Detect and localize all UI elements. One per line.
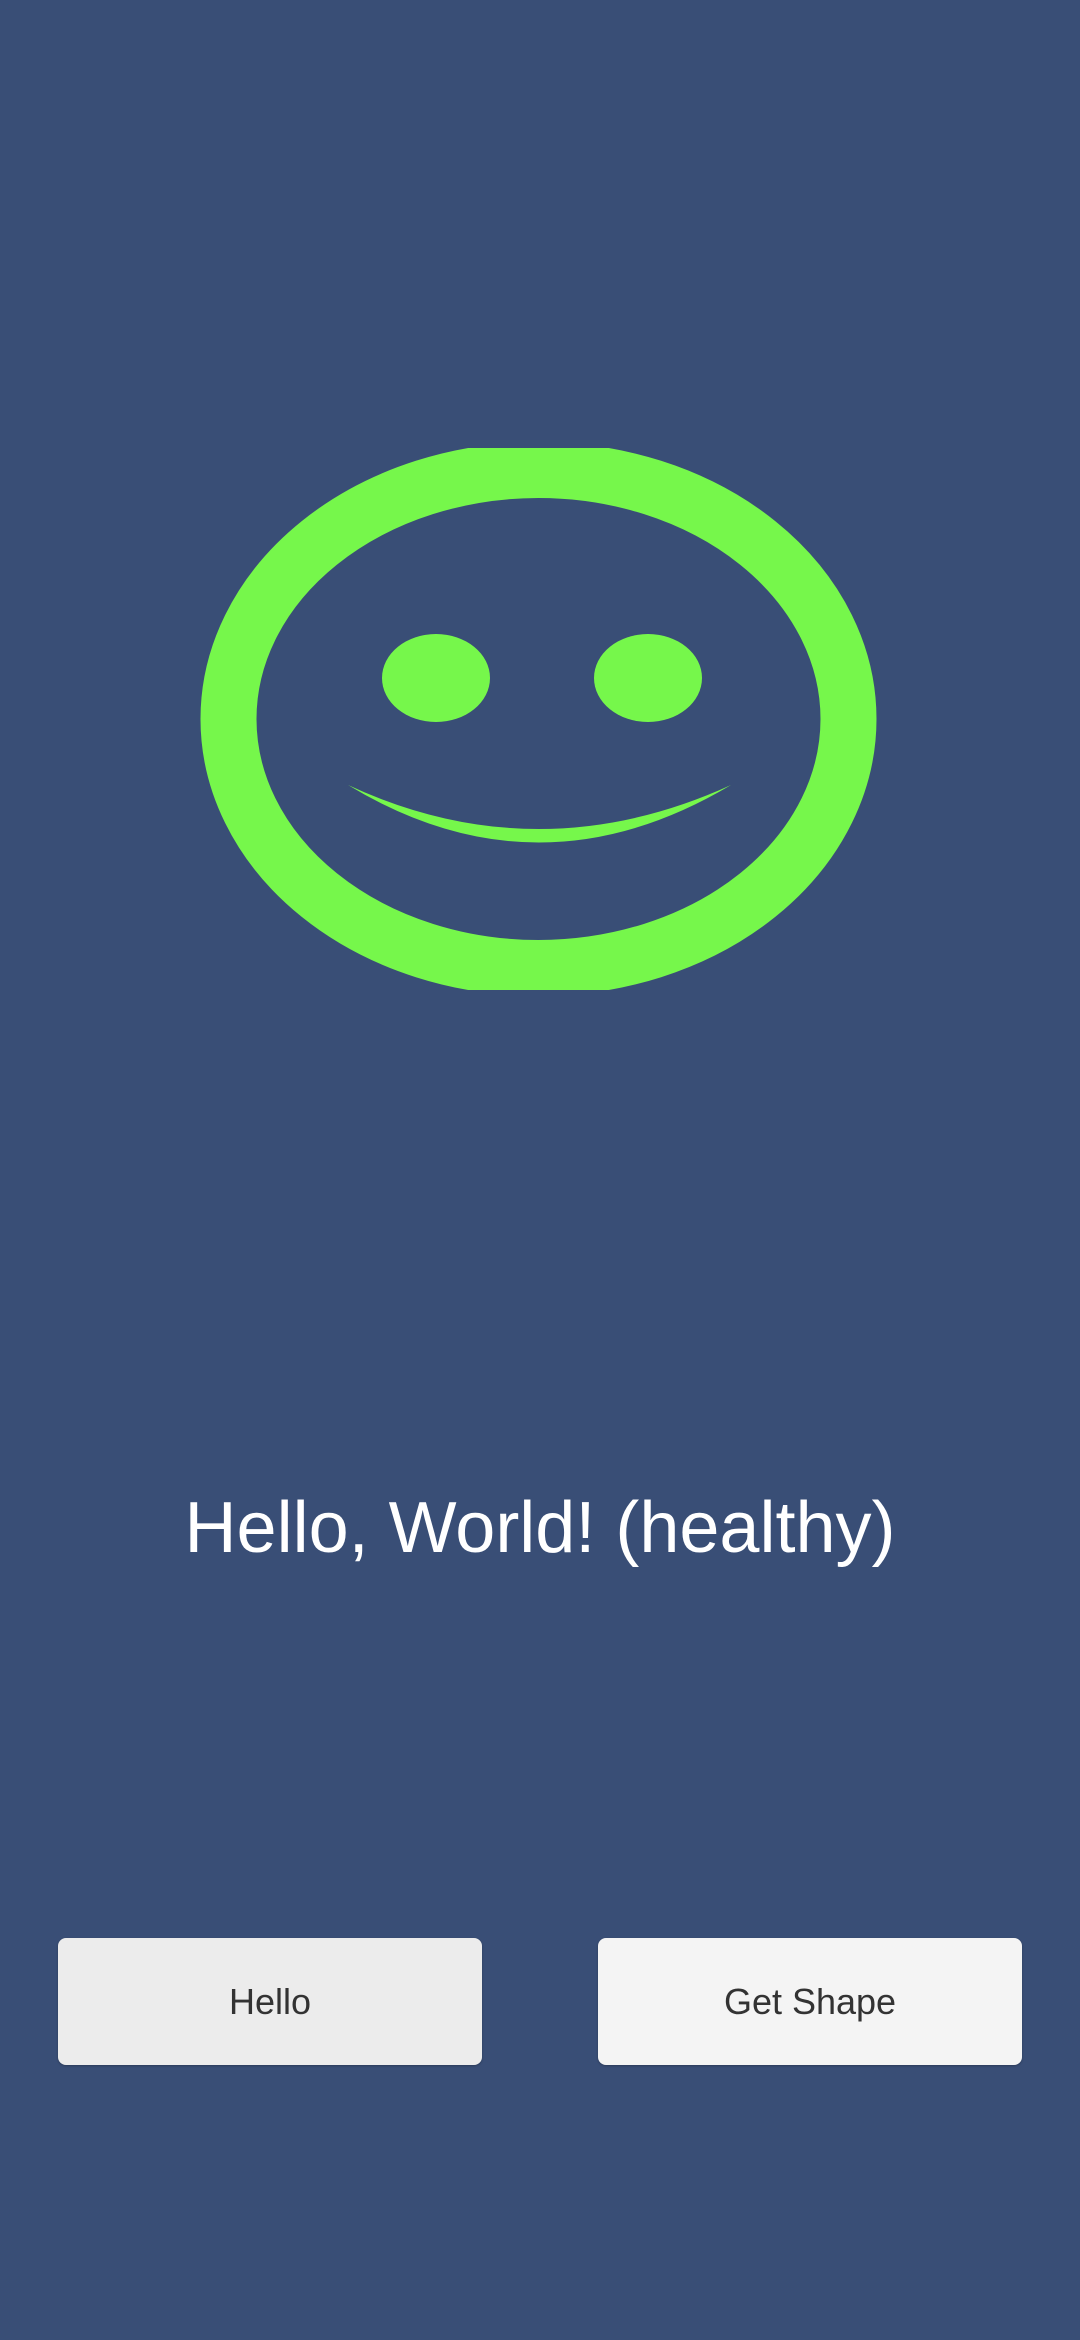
- greeting-text: Hello, World! (healthy): [184, 1488, 896, 1568]
- hello-button[interactable]: Hello: [58, 1938, 482, 2065]
- smiley-face-icon: [200, 448, 877, 990]
- app-screen: Hello, World! (healthy) Hello Get Shape: [0, 0, 1080, 2340]
- smiley-left-eye: [382, 634, 490, 722]
- smiley-right-eye: [594, 634, 702, 722]
- smiley-mouth: [348, 785, 731, 843]
- get-shape-button[interactable]: Get Shape: [598, 1938, 1022, 2065]
- smiley-face-outline: [200, 448, 877, 990]
